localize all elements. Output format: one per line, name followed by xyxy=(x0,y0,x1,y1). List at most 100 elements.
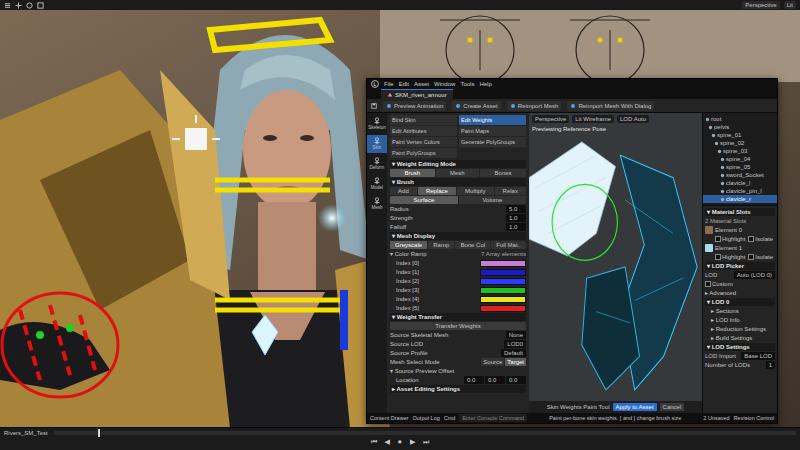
rotate-icon[interactable] xyxy=(26,2,33,9)
segment-button[interactable]: Bones xyxy=(480,169,526,177)
bone-row[interactable]: spine_03 xyxy=(703,147,777,155)
bone-row[interactable]: clavicle_l xyxy=(703,179,777,187)
status-button[interactable]: Cmd xyxy=(444,414,456,422)
bone-row[interactable]: clavicle_pin_l xyxy=(703,187,777,195)
move-icon[interactable] xyxy=(15,2,22,9)
playback-button[interactable]: ⏺ xyxy=(398,438,402,447)
mode-button[interactable]: Deform xyxy=(367,155,387,173)
bone-row[interactable]: spine_05 xyxy=(703,163,777,171)
scrub-track[interactable] xyxy=(54,431,796,435)
toolbar-button[interactable]: Preview Animation xyxy=(383,101,446,111)
view-mode-button[interactable]: Perspective xyxy=(742,1,779,9)
segment-button[interactable]: Brush xyxy=(390,169,435,177)
console-input[interactable]: Enter Console Command xyxy=(459,414,527,422)
mode-button[interactable]: Mesh xyxy=(367,195,387,213)
material-thumbnail[interactable] xyxy=(705,226,713,234)
color-swatch[interactable] xyxy=(480,278,526,285)
bone-row[interactable]: spine_04 xyxy=(703,155,777,163)
segment-button[interactable]: Target xyxy=(505,358,526,366)
segment-button[interactable]: Add xyxy=(390,187,417,195)
detail-row[interactable]: ▸ LOD Info xyxy=(705,316,775,324)
status-button[interactable]: Content Drawer xyxy=(370,414,409,422)
mesh-viewport[interactable]: PerspectiveLit WireframeLOD AutoPreviewi… xyxy=(529,113,702,413)
color-swatch[interactable] xyxy=(480,287,526,294)
section-header[interactable]: ▸ Asset Editing Settings xyxy=(390,385,526,393)
segment-button[interactable]: Bone Col xyxy=(455,241,490,249)
playhead[interactable] xyxy=(98,429,100,437)
color-swatch[interactable] xyxy=(480,296,526,303)
section-header[interactable]: ▾ LOD 0 xyxy=(705,298,775,306)
detail-row[interactable]: ▸ Sections xyxy=(705,307,775,315)
level-viewport[interactable]: FileEditAssetWindowToolsHelp SKM_riven_a… xyxy=(0,10,800,427)
menu-item[interactable]: Asset xyxy=(414,80,429,88)
dropdown[interactable]: Base LOD xyxy=(741,352,775,360)
menu-item[interactable]: Edit xyxy=(399,80,409,88)
slot-toggle[interactable]: Highlight xyxy=(715,235,745,243)
bone-row[interactable]: clavicle_r xyxy=(703,195,777,203)
bone-row[interactable]: sword_Socket xyxy=(703,171,777,179)
apply-button[interactable]: Apply to Asset xyxy=(613,403,657,411)
segment-button[interactable]: Volume xyxy=(459,196,526,204)
bone-row[interactable]: spine_01 xyxy=(703,131,777,139)
tool-button[interactable]: Paint Maps xyxy=(459,126,526,136)
playback-button[interactable]: ⏭ xyxy=(423,438,429,447)
dropdown[interactable]: Default xyxy=(501,349,526,357)
chest-control[interactable] xyxy=(215,300,345,310)
viewport-button[interactable]: Lit Wireframe xyxy=(572,115,614,123)
revision-control-button[interactable]: Revision Control xyxy=(734,414,774,422)
menu-item[interactable]: File xyxy=(384,80,394,88)
number-field[interactable]: 1.0 xyxy=(506,214,526,222)
cancel-button[interactable]: Cancel xyxy=(660,403,685,411)
dropdown[interactable]: Auto (LOD 0) xyxy=(734,271,775,279)
segment-button[interactable]: Mesh xyxy=(436,169,480,177)
playback-button[interactable]: ◀ xyxy=(385,438,390,447)
section-header[interactable]: ▾ Material Slots xyxy=(705,208,775,216)
material-thumbnail[interactable] xyxy=(705,244,713,252)
section-header[interactable]: ▾ LOD Picker xyxy=(705,262,775,270)
asset-tab[interactable]: SKM_riven_armour xyxy=(381,89,453,99)
mode-button[interactable]: Model xyxy=(367,175,387,193)
segment-button[interactable]: Multiply xyxy=(457,187,494,195)
tool-button[interactable]: Edit Weights xyxy=(459,115,526,125)
bone-row[interactable]: pelvis xyxy=(703,123,777,131)
viewport-button[interactable]: Perspective xyxy=(532,115,569,123)
toolbar-button[interactable]: Reimport Mesh With Dialog xyxy=(567,101,654,111)
slot-toggle[interactable]: Isolate xyxy=(748,253,773,261)
transfer-weights-button[interactable]: Transfer Weights xyxy=(390,322,526,330)
playback-button[interactable]: ▶ xyxy=(410,438,415,447)
section-header[interactable]: ▾ Mesh Display xyxy=(390,232,526,240)
section-header[interactable]: ▾ Weight Transfer xyxy=(390,313,526,321)
segment-button[interactable]: Replace xyxy=(418,187,456,195)
toolbar-button[interactable]: Create Asset xyxy=(452,101,500,111)
viewport-canvas[interactable] xyxy=(529,133,702,401)
tool-button[interactable]: Edit Attributes xyxy=(390,126,457,136)
number-field[interactable]: 0.0 xyxy=(485,376,505,384)
section-header[interactable]: ▾ Weight Editing Mode xyxy=(390,160,526,168)
segment-button[interactable]: Greyscale xyxy=(390,241,427,249)
number-field[interactable]: 0.0 xyxy=(464,376,484,384)
playback-button[interactable]: ⏮ xyxy=(371,438,377,447)
segment-button[interactable]: Full Mat.. xyxy=(491,241,526,249)
section-header[interactable]: ▾ Brush xyxy=(390,178,526,186)
tool-button[interactable]: Paint Vertex Colors xyxy=(390,137,457,147)
scale-icon[interactable] xyxy=(37,2,44,9)
hand-control-ring[interactable] xyxy=(2,293,118,397)
detail-row[interactable]: ▸ Reduction Settings xyxy=(705,325,775,333)
number-field[interactable]: 0.0 xyxy=(506,376,526,384)
slot-toggle[interactable]: Isolate xyxy=(748,235,773,243)
toolbar-button[interactable]: Reimport Mesh xyxy=(507,101,562,111)
bone-row[interactable]: root xyxy=(703,115,777,123)
dropdown[interactable]: LOD0 xyxy=(504,340,526,348)
viewport-button[interactable]: LOD Auto xyxy=(617,115,649,123)
section-header[interactable]: ▾ LOD Settings xyxy=(705,343,775,351)
mode-button[interactable]: Skeleton xyxy=(367,115,387,133)
view-mode-button[interactable]: Lit xyxy=(784,1,796,9)
menu-item[interactable]: Help xyxy=(479,80,491,88)
tool-button[interactable]: Bind Skin xyxy=(390,115,457,125)
unsaved-indicator[interactable]: 2 Unsaved xyxy=(703,414,729,422)
detail-row[interactable]: ▸ Build Settings xyxy=(705,334,775,342)
menu-item[interactable]: Window xyxy=(434,80,455,88)
segment-button[interactable]: Relax xyxy=(495,187,527,195)
detail-row[interactable]: ▸ Advanced xyxy=(705,289,775,297)
mode-button[interactable]: Skin xyxy=(367,135,387,153)
